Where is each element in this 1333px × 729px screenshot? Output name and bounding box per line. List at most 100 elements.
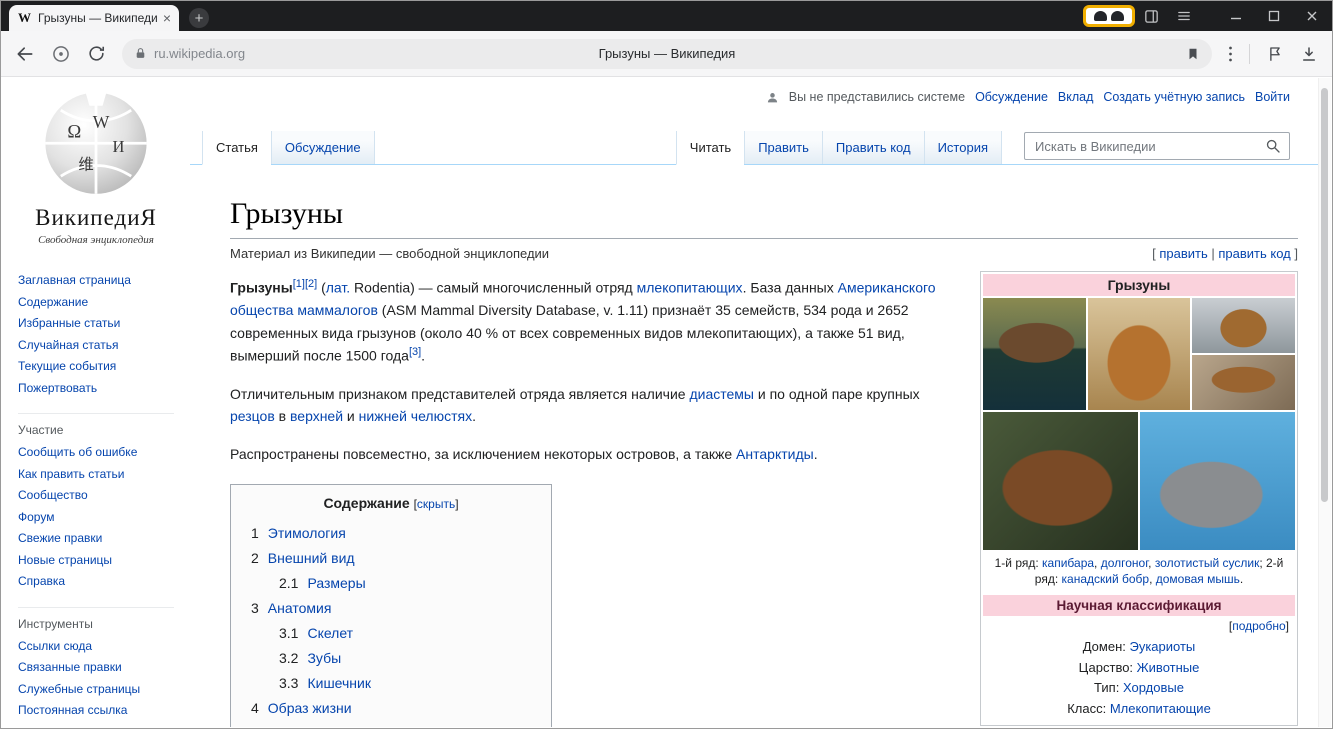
wiki-link[interactable]: [3] [409, 346, 421, 358]
rank-value-link[interactable]: Эукариоты [1129, 639, 1195, 654]
text-segment: Отличительным признаком представителей о… [230, 386, 689, 402]
browser-tab[interactable]: W Грызуны — Википедия × [9, 5, 179, 31]
toc-hide-link[interactable]: скрыть [417, 497, 455, 511]
sidebar-link[interactable]: Сообщить об ошибке [18, 442, 190, 464]
text-segment: Распространены повсеместно, за исключени… [230, 446, 736, 462]
wiki-link[interactable]: Антарктиды [736, 446, 814, 462]
sidebar-link[interactable]: Случайная статья [18, 335, 190, 357]
sidebar-link[interactable]: Избранные статьи [18, 313, 190, 335]
toc-link: Питание [307, 725, 362, 727]
sidebar-link[interactable]: Новые страницы [18, 550, 190, 572]
bookmark-icon[interactable] [1186, 46, 1200, 62]
highlighted-extension-button[interactable] [1083, 5, 1135, 27]
wiki-link[interactable]: резцов [230, 408, 275, 424]
wiki-link[interactable]: [1] [293, 278, 305, 290]
personal-link-login[interactable]: Войти [1255, 90, 1290, 104]
toc-item[interactable]: 1Этимология [251, 521, 531, 546]
tab-read[interactable]: Читать [676, 131, 744, 165]
downloads-icon[interactable] [1300, 45, 1318, 63]
sidebar-link[interactable]: Сообщество [18, 485, 190, 507]
new-tab-button[interactable]: + [189, 8, 209, 28]
sidebar-link[interactable]: Справка [18, 571, 190, 593]
wiki-link[interactable]: нижней челюстях [359, 408, 472, 424]
back-button[interactable] [15, 44, 35, 64]
wiki-link[interactable]: [2] [305, 278, 317, 290]
search-input[interactable] [1033, 138, 1265, 155]
wiki-link[interactable]: млекопитающих [637, 279, 743, 295]
rank-value-link[interactable]: Животные [1137, 660, 1200, 675]
wiki-link[interactable]: долгоног [1101, 556, 1148, 570]
personal-link-create-account[interactable]: Создать учётную запись [1103, 90, 1245, 104]
springhare-image[interactable] [1088, 298, 1191, 410]
wiki-search-box[interactable] [1024, 132, 1290, 160]
wiki-link[interactable]: домовая мышь [1156, 572, 1240, 586]
sidebar-link[interactable]: Содержание [18, 292, 190, 314]
close-button[interactable] [1302, 10, 1322, 22]
rank-label: Царство: [1079, 660, 1133, 675]
house-mouse-image[interactable] [1140, 412, 1295, 550]
page-scrollbar[interactable] [1318, 78, 1331, 727]
edit-link[interactable]: править [1159, 246, 1207, 261]
rank-value-link[interactable]: Млекопитающие [1110, 701, 1211, 716]
yandex-services-icon[interactable] [51, 44, 71, 64]
tab-close-icon[interactable]: × [163, 11, 171, 25]
sidebar-link[interactable]: Текущие события [18, 356, 190, 378]
minimize-button[interactable] [1226, 10, 1246, 22]
toc-item[interactable]: 3.2Зубы [251, 646, 531, 671]
menu-icon[interactable] [1176, 9, 1192, 23]
sidebar-link[interactable]: Заглавная страница [18, 270, 190, 292]
refresh-button[interactable] [87, 44, 106, 63]
sidebar-link[interactable]: Пожертвовать [18, 378, 190, 400]
toc-item[interactable]: 3.1Скелет [251, 621, 531, 646]
sidebar-link[interactable]: Связанные правки [18, 657, 190, 679]
golden-squirrel-image-2[interactable] [1192, 355, 1295, 410]
tab-history[interactable]: История [924, 131, 1002, 164]
article-subtitle: Материал из Википедии — свободной энцикл… [230, 246, 549, 261]
tab-edit[interactable]: Править [744, 131, 822, 164]
rank-value-link[interactable]: Хордовые [1123, 680, 1184, 695]
wiki-link[interactable]: диастемы [689, 386, 754, 402]
sidebar-link[interactable]: Служебные страницы [18, 679, 190, 701]
toc-item[interactable]: 4Образ жизни [251, 696, 531, 721]
user-icon [766, 91, 779, 104]
sidebar-link[interactable]: Ссылки сюда [18, 636, 190, 658]
wiki-link[interactable]: капибара [1042, 556, 1094, 570]
capybara-image[interactable] [983, 298, 1086, 410]
titlebar-controls [1083, 1, 1322, 31]
sidebar-panel-icon[interactable] [1143, 8, 1160, 25]
wiki-link[interactable]: лат. [326, 279, 350, 295]
sidebar-link[interactable]: Форум [18, 507, 190, 529]
toc-item[interactable]: 3Анатомия [251, 596, 531, 621]
tab-edit-source[interactable]: Править код [822, 131, 924, 164]
tab-article[interactable]: Статья [202, 131, 271, 165]
personal-link-contribs[interactable]: Вклад [1058, 90, 1094, 104]
wiki-link[interactable]: золотистый суслик [1155, 556, 1260, 570]
search-icon[interactable] [1265, 138, 1281, 154]
sidebar-link[interactable]: Свежие правки [18, 528, 190, 550]
toc-list: 1Этимология 2Внешний вид 2.1Размеры 3Ана… [251, 521, 531, 727]
toc-item[interactable]: 2.1Размеры [251, 571, 531, 596]
page-title-text: Грызуны — Википедия [122, 46, 1212, 61]
toc-link: Анатомия [268, 600, 332, 616]
beaver-image[interactable] [983, 412, 1138, 550]
tab-talk[interactable]: Обсуждение [271, 131, 375, 164]
maximize-button[interactable] [1264, 10, 1284, 22]
collections-flag-icon[interactable] [1266, 45, 1284, 63]
more-actions-icon[interactable] [1228, 45, 1233, 63]
golden-squirrel-image[interactable] [1192, 298, 1295, 353]
personal-link-talk[interactable]: Обсуждение [975, 90, 1048, 104]
toc-item[interactable]: 3.3Кишечник [251, 671, 531, 696]
details-link[interactable]: подробно [1232, 619, 1285, 633]
wiki-link[interactable]: канадский бобр [1062, 572, 1150, 586]
sidebar-link[interactable]: Постоянная ссылка [18, 700, 190, 722]
scrollbar-thumb[interactable] [1321, 88, 1328, 502]
toc-item[interactable]: 4.1Питание [251, 721, 531, 727]
classification-row: Царство: Животные [983, 658, 1295, 679]
edit-source-link[interactable]: править код [1218, 246, 1290, 261]
toc-item[interactable]: 2Внешний вид [251, 546, 531, 571]
wikipedia-tagline: Свободная энциклопедия [2, 234, 190, 246]
sidebar-link[interactable]: Как править статьи [18, 464, 190, 486]
wikipedia-logo[interactable]: Ω W И 维 ВикипедиЯ Свободная энциклопедия [2, 86, 190, 246]
address-bar[interactable]: ru.wikipedia.org Грызуны — Википедия [122, 39, 1212, 69]
wiki-link[interactable]: верхней [290, 408, 343, 424]
